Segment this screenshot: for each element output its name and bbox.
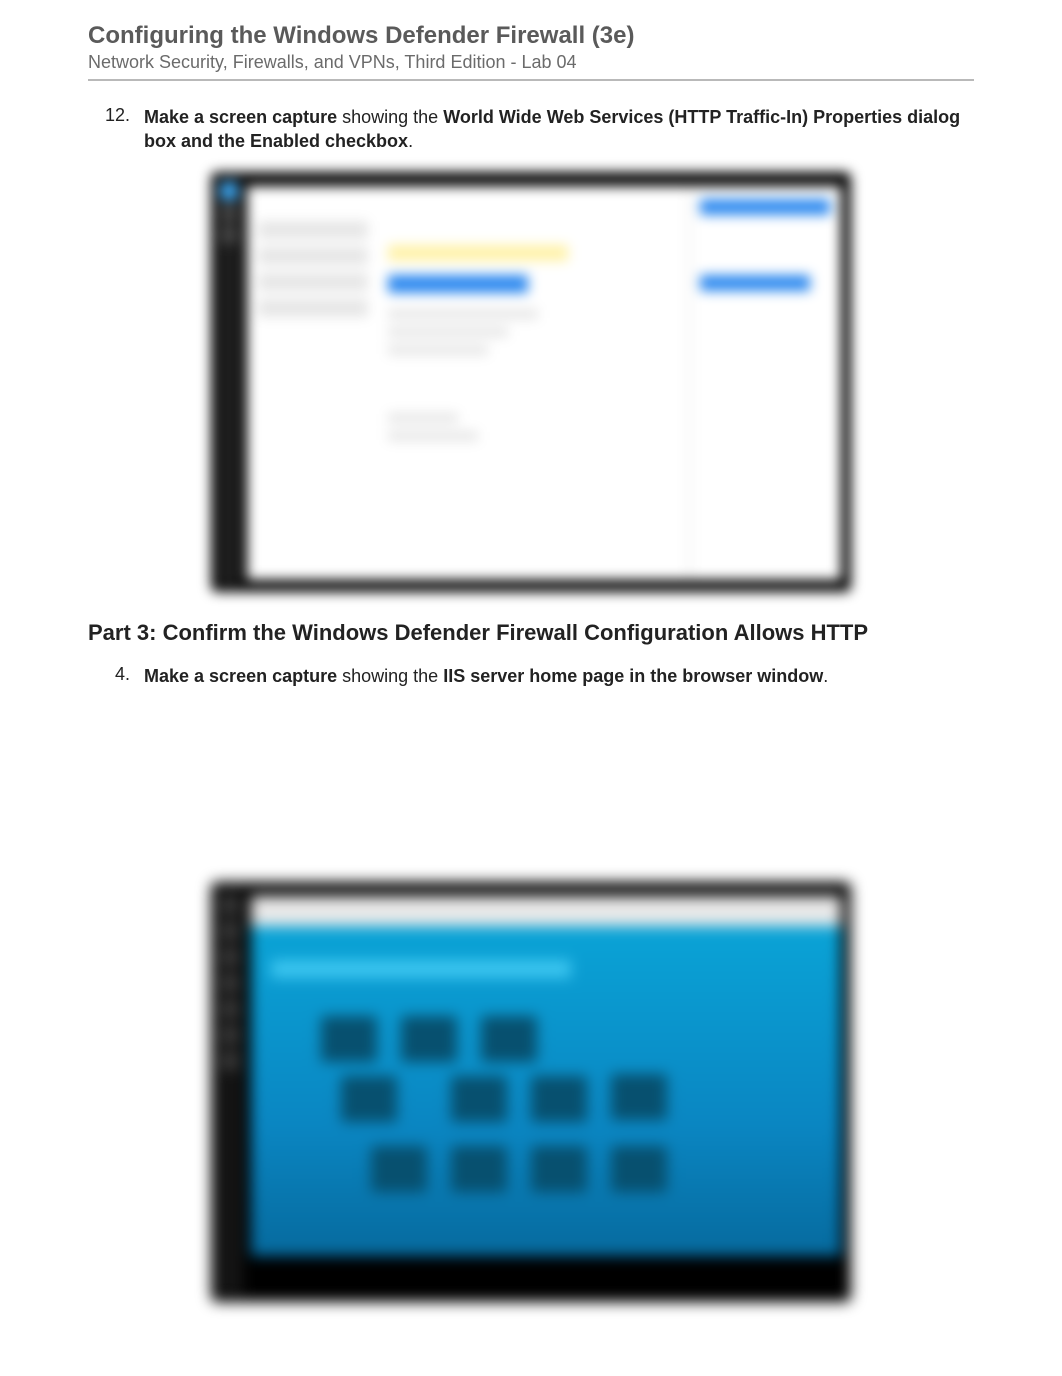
screenshot-container-2 (88, 882, 974, 1302)
text-mid: showing the (337, 107, 443, 127)
item-text: Make a screen capture showing the World … (144, 105, 974, 154)
text-bold-tail: IIS server home page in the browser wind… (443, 666, 823, 686)
instruction-item-12: 12. Make a screen capture showing the Wo… (88, 105, 974, 154)
section-heading-part3: Part 3: Confirm the Windows Defender Fir… (88, 620, 974, 646)
document-page: Configuring the Windows Defender Firewal… (0, 22, 1062, 1302)
document-title: Configuring the Windows Defender Firewal… (88, 22, 974, 50)
item-number: 12. (88, 105, 130, 126)
text-mid: showing the (337, 666, 443, 686)
content-area: 12. Make a screen capture showing the Wo… (88, 105, 974, 1302)
text-bold-lead: Make a screen capture (144, 107, 337, 127)
text-end: . (823, 666, 828, 686)
item-text: Make a screen capture showing the IIS se… (144, 664, 828, 688)
instruction-item-4: 4. Make a screen capture showing the IIS… (88, 664, 974, 688)
iis-homepage-screenshot (211, 882, 851, 1302)
firewall-properties-screenshot (211, 172, 851, 592)
vertical-spacer (88, 704, 974, 864)
text-bold-lead: Make a screen capture (144, 666, 337, 686)
document-subtitle: Network Security, Firewalls, and VPNs, T… (88, 52, 974, 73)
text-end: . (408, 131, 413, 151)
page-header: Configuring the Windows Defender Firewal… (88, 22, 974, 81)
screenshot-container-1 (88, 172, 974, 592)
item-number: 4. (88, 664, 130, 685)
